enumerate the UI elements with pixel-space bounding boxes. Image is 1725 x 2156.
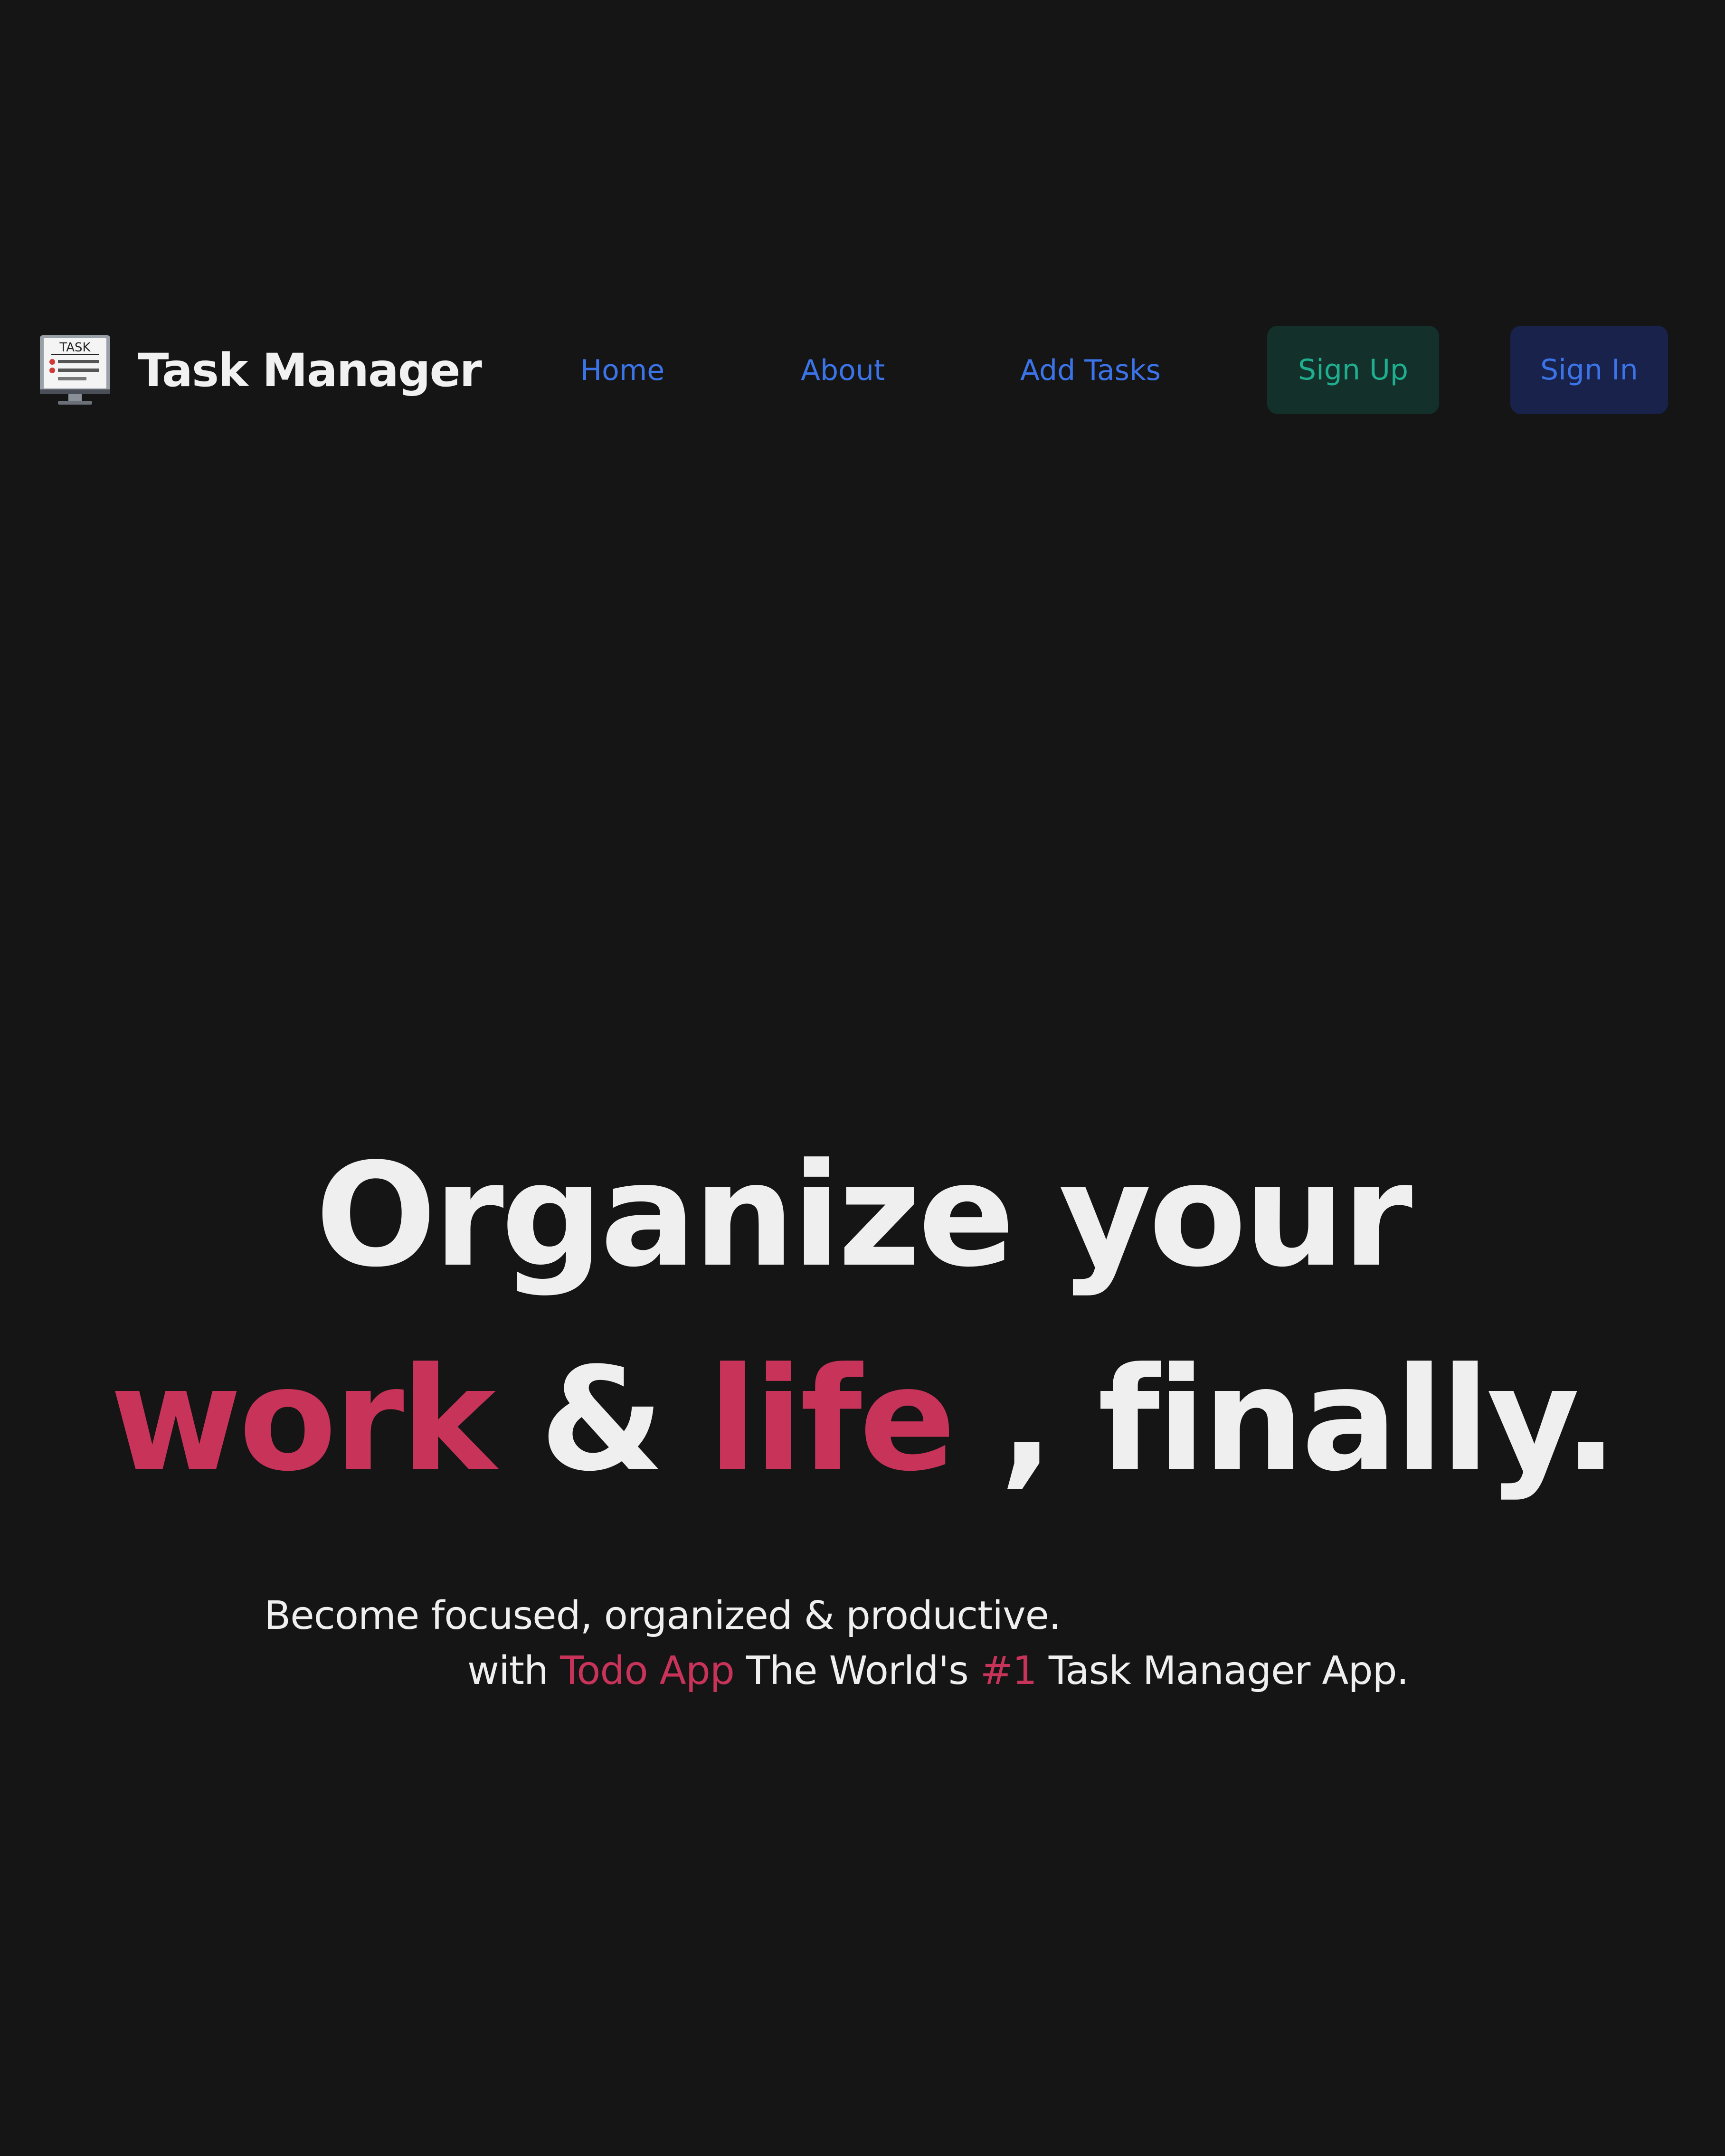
subtitle-todo-app: Todo App	[560, 1648, 735, 1693]
sign-up-button[interactable]: Sign Up	[1267, 326, 1439, 414]
nav-link-about[interactable]: About	[801, 351, 885, 389]
nav-link-home[interactable]: Home	[580, 351, 664, 389]
brand[interactable]: TASK Task Manager	[37, 332, 482, 408]
hero-subtitle-line-1: Become focused, organized & productive.	[264, 1593, 1061, 1638]
hero-subtitle-line-2: with Todo App The World's #1 Task Manage…	[467, 1645, 1409, 1697]
logo-text: TASK	[59, 340, 91, 355]
hero-headline-line-2: work & life , finally.	[0, 1339, 1725, 1501]
subtitle-with: with	[467, 1648, 549, 1693]
sign-in-button[interactable]: Sign In	[1510, 326, 1668, 414]
subtitle-rank: #1	[980, 1648, 1037, 1693]
hero-line-2-rest: , finally.	[999, 1337, 1618, 1503]
hero-word-work: work	[110, 1337, 496, 1503]
hero-ampersand: &	[540, 1337, 664, 1503]
brand-title: Task Manager	[138, 344, 482, 397]
navbar: TASK Task Manager Home About Add Tasks S…	[0, 323, 1725, 418]
task-monitor-icon: TASK	[40, 335, 110, 405]
subtitle-end: Task Manager App.	[1048, 1648, 1409, 1693]
nav-link-add-tasks[interactable]: Add Tasks	[1020, 351, 1161, 389]
hero-headline-line-1: Organize your	[315, 1133, 1412, 1298]
hero-word-life: life	[708, 1337, 956, 1503]
subtitle-middle: The World's	[746, 1648, 969, 1693]
